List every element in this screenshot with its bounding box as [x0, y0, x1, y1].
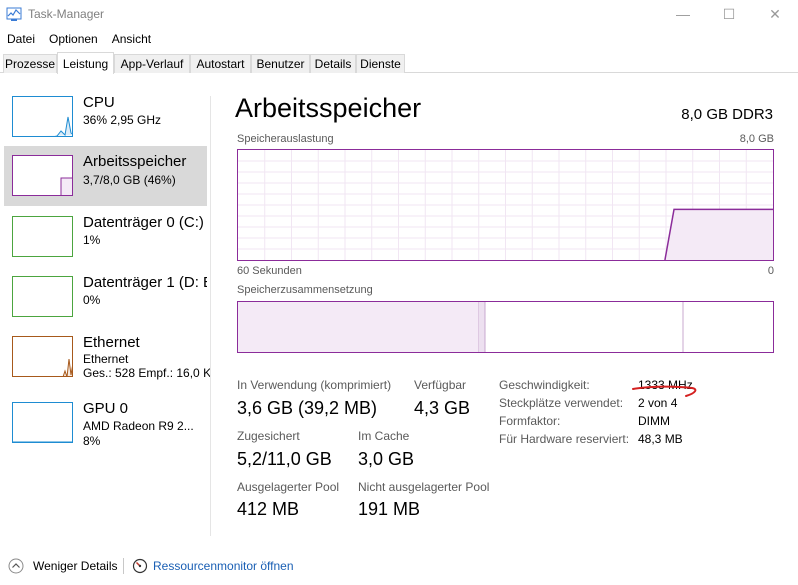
menu-datei[interactable]: Datei [0, 29, 42, 49]
hardware-reserved-label: Für Hardware reserviert: [499, 432, 630, 446]
committed-value: 5,2/11,0 GB [237, 449, 332, 469]
usage-graph-x-right: 0 [767, 265, 774, 277]
memory-spec: 8,0 GB DDR3 [681, 106, 773, 123]
committed-label: Zugesichert [237, 429, 300, 443]
tab-details[interactable]: Details [310, 54, 356, 73]
sidebar-item-gpu[interactable]: GPU 0 AMD Radeon R9 2... 8% [4, 394, 207, 454]
maximize-icon: ☐ [722, 5, 736, 22]
menu-ansicht[interactable]: Ansicht [105, 29, 158, 49]
sidebar-item-label: Datenträger 1 (D: E [83, 274, 207, 291]
usage-graph-x-left: 60 Sekunden [237, 265, 302, 277]
usage-area [664, 209, 773, 260]
tab-app-verlauf[interactable]: App-Verlauf [114, 54, 190, 73]
nonpaged-pool-value: 191 MB [358, 499, 421, 519]
tab-benutzer[interactable]: Benutzer [251, 54, 310, 73]
resource-monitor-label: Ressourcenmonitor öffnen [153, 559, 294, 573]
sidebar-item-value: 0% [83, 293, 101, 307]
paged-pool-value: 412 MB [237, 499, 300, 519]
performance-sidebar: CPU 36% 2,95 GHz Arbeitsspeicher 3,7/8,0… [0, 88, 211, 538]
usage-graph-max: 8,0 GB [739, 133, 774, 145]
hardware-reserved-value: 48,3 MB [638, 432, 683, 446]
sidebar-divider [210, 96, 211, 536]
sidebar-item-label: Ethernet [83, 334, 140, 351]
nonpaged-pool-label: Nicht ausgelagerter Pool [358, 480, 490, 494]
tab-autostart[interactable]: Autostart [190, 54, 251, 73]
fewer-details-label: Weniger Details [33, 559, 118, 573]
sidebar-item-value: AMD Radeon R9 2... [83, 419, 194, 433]
task-manager-icon [6, 7, 22, 21]
sidebar-item-memory[interactable]: Arbeitsspeicher 3,7/8,0 GB (46%) [4, 146, 207, 206]
sidebar-item-value: 3,7/8,0 GB (46%) [83, 173, 176, 187]
in-use-label: In Verwendung (komprimiert) [237, 378, 392, 392]
form-factor-value: DIMM [638, 414, 670, 428]
title-bar: Task-Manager — ☐ ✕ [0, 0, 798, 28]
page-title: Arbeitsspeicher [235, 93, 422, 123]
tab-bar: Prozesse Leistung App-Verlauf Autostart … [0, 52, 798, 74]
sidebar-item-label: Arbeitsspeicher [83, 153, 187, 170]
composition-graph-label: Speicherzusammensetzung [237, 284, 373, 296]
speed-label: Geschwindigkeit: [499, 378, 590, 392]
available-label: Verfügbar [414, 378, 467, 392]
in-use-value: 3,6 GB (39,2 MB) [237, 398, 378, 418]
tab-leistung[interactable]: Leistung [57, 52, 114, 74]
disk0-thumbnail-graph [12, 216, 73, 257]
sidebar-item-value: 1% [83, 233, 101, 247]
window-title: Task-Manager [28, 7, 105, 21]
memory-usage-graph [237, 149, 774, 261]
resource-monitor-icon [132, 558, 148, 574]
minimize-button[interactable]: — [660, 0, 706, 28]
red-underline-annotation [632, 385, 697, 397]
sidebar-item-disk-0[interactable]: Datenträger 0 (C:) 1% [4, 208, 207, 268]
paged-pool-label: Ausgelagerter Pool [237, 480, 340, 494]
sidebar-item-ethernet[interactable]: Ethernet Ethernet Ges.: 528 Empf.: 16,0 … [4, 328, 211, 388]
sidebar-item-value-2: 8% [83, 434, 101, 448]
disk1-thumbnail-graph [12, 276, 73, 317]
ethernet-thumbnail-graph [12, 336, 73, 377]
available-value: 4,3 GB [414, 398, 471, 418]
form-factor-label: Formfaktor: [499, 414, 561, 428]
minimize-icon: — [676, 6, 690, 22]
footer-bar: Weniger Details Ressourcenmonitor öffnen [0, 552, 798, 580]
sidebar-item-label: GPU 0 [83, 400, 129, 417]
sidebar-item-label: CPU [83, 94, 115, 111]
close-button[interactable]: ✕ [752, 0, 798, 28]
usage-graph-label: Speicherauslastung [237, 133, 334, 145]
cpu-thumbnail-graph [12, 96, 73, 137]
memory-thumbnail-graph [12, 155, 73, 196]
sidebar-item-disk-1[interactable]: Datenträger 1 (D: E 0% [4, 268, 207, 328]
tab-prozesse[interactable]: Prozesse [3, 54, 57, 73]
chevron-up-icon [8, 558, 24, 574]
sidebar-item-cpu[interactable]: CPU 36% 2,95 GHz [4, 88, 207, 148]
sidebar-item-label: Datenträger 0 (C:) [83, 214, 204, 231]
maximize-button[interactable]: ☐ [706, 0, 752, 28]
close-icon: ✕ [769, 5, 781, 22]
menu-bar: Datei Optionen Ansicht [0, 29, 158, 49]
sidebar-item-value-2: Ges.: 528 Empf.: 16,0 KB [83, 366, 211, 380]
sidebar-item-value: 36% 2,95 GHz [83, 113, 162, 127]
memory-composition-graph [237, 301, 774, 353]
menu-optionen[interactable]: Optionen [42, 29, 105, 49]
cached-value: 3,0 GB [358, 449, 415, 469]
tab-dienste[interactable]: Dienste [356, 54, 405, 73]
slots-label: Steckplätze verwendet: [499, 396, 624, 410]
gpu-thumbnail-graph [12, 402, 73, 443]
footer-separator [123, 558, 124, 574]
cached-label: Im Cache [358, 429, 410, 443]
sidebar-item-value: Ethernet [83, 352, 129, 366]
